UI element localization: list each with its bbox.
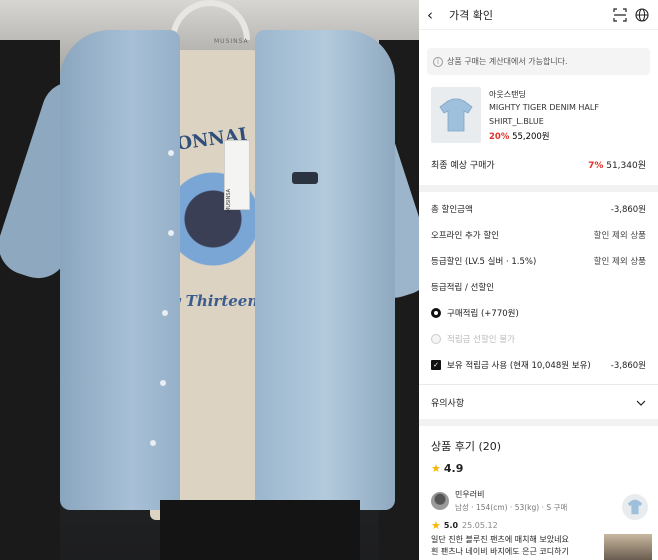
- reserve-label: 보유 적립금 사용 (현재 10,048원 보유): [447, 361, 591, 371]
- hanger-brand-text: MUSINSA: [214, 38, 249, 45]
- points-option-purchase-label[interactable]: 구매적립 (+770원): [431, 307, 519, 319]
- shirt-button: [168, 150, 174, 156]
- review-score-row: ★ 5.0 25.05.12: [419, 519, 658, 532]
- product-price: 20% 55,200원: [489, 130, 599, 142]
- points-option-prediscount: 적립금 선할인 불가: [419, 326, 658, 352]
- section-divider: [419, 419, 658, 426]
- globe-icon[interactable]: [634, 7, 650, 23]
- offline-discount-value: 할인 제외 상품: [593, 231, 646, 241]
- notes-row[interactable]: 유의사항: [419, 385, 658, 419]
- final-price-value: 7% 51,340원: [588, 158, 646, 171]
- price-tag-brand: MUSINSA: [226, 188, 232, 212]
- product-discount: 20%: [489, 132, 510, 142]
- review-date: 25.05.12: [462, 521, 498, 530]
- radio-disabled-icon: [431, 334, 441, 344]
- total-discount-row: 총 할인금액 -3,860원: [419, 196, 658, 222]
- chevron-left-icon[interactable]: ‹: [427, 6, 445, 24]
- product-brand: 아웃스탠딩: [489, 90, 526, 99]
- points-option-purchase[interactable]: 구매적립 (+770원): [419, 300, 658, 326]
- review-score: 5.0: [443, 521, 459, 530]
- reviewer-name: 민우러비: [455, 490, 485, 499]
- reserve-value: -3,860원: [610, 361, 646, 371]
- top-bar: ‹ 가격 확인: [419, 0, 658, 30]
- shirt-button: [160, 380, 166, 386]
- product-card[interactable]: 아웃스탠딩 MIGHTY TIGER DENIM HALF SHIRT_L.BL…: [431, 87, 646, 143]
- points-label: 등급적립 / 선할인: [431, 283, 495, 293]
- price-check-screen: ‹ 가격 확인 i 상품 구매는 계산대에서 가능합니다. 아웃스탠딩 MIGH…: [419, 0, 658, 560]
- checkbox-checked-icon[interactable]: ✓: [431, 360, 441, 370]
- reserve-checkbox-label[interactable]: ✓ 보유 적립금 사용 (현재 10,048원 보유): [431, 359, 591, 371]
- grade-discount-label: 등급할인 (LV.5 실버 · 1.5%): [431, 257, 537, 267]
- section-divider: [419, 185, 658, 192]
- points-option-prediscount-label: 적립금 선할인 불가: [431, 333, 515, 345]
- star-icon: ★: [431, 519, 441, 532]
- shirt-button: [150, 440, 156, 446]
- product-info: 아웃스탠딩 MIGHTY TIGER DENIM HALF SHIRT_L.BL…: [489, 87, 599, 143]
- review-photo[interactable]: [604, 534, 652, 560]
- grade-discount-value: 할인 제외 상품: [593, 257, 646, 267]
- scan-icon[interactable]: [612, 7, 628, 23]
- offline-discount-label: 오프라인 추가 할인: [431, 231, 499, 241]
- chevron-down-icon[interactable]: [636, 393, 646, 412]
- total-discount-value: -3,860원: [610, 205, 646, 215]
- denim-shirt-left-panel: [60, 30, 180, 510]
- reserve-row[interactable]: ✓ 보유 적립금 사용 (현재 10,048원 보유) -3,860원: [419, 352, 658, 378]
- radio-selected-icon[interactable]: [431, 308, 441, 318]
- info-icon: i: [433, 56, 443, 67]
- final-price-discount: 7%: [588, 160, 604, 171]
- total-discount-label: 총 할인금액: [431, 205, 473, 215]
- final-price-label: 최종 예상 구매가: [431, 160, 495, 171]
- final-price-row: 최종 예상 구매가 7% 51,340원: [419, 153, 658, 175]
- reviewer-meta: 남성 · 154(cm) · 53(kg) · S 구매: [455, 503, 568, 512]
- notice-banner: i 상품 구매는 계산대에서 가능합니다.: [427, 48, 650, 75]
- product-photo: MUSINSA CONNAI ay Thirteen MUSINSA: [0, 0, 419, 560]
- grade-discount-row: 등급할인 (LV.5 실버 · 1.5%) 할인 제외 상품: [419, 248, 658, 274]
- page-title: 가격 확인: [449, 8, 493, 22]
- dark-skirt: [160, 500, 360, 560]
- notice-text: 상품 구매는 계산대에서 가능합니다.: [447, 57, 568, 66]
- shirt-logo-patch: [292, 172, 318, 184]
- notes-label: 유의사항: [431, 398, 465, 409]
- points-option2-text: 적립금 선할인 불가: [447, 335, 515, 345]
- review-body: 일단 진한 블루진 팬츠에 매치해 보았네요 흰 팬츠나 네이비 바지에도 은근…: [431, 535, 569, 556]
- shirt-button: [162, 310, 168, 316]
- avatar: [431, 492, 449, 510]
- shirt-button: [168, 230, 174, 236]
- review-product-thumbnail[interactable]: [622, 494, 648, 520]
- reviews-rating-value: 4.9: [443, 462, 464, 475]
- final-price-amount: 51,340원: [606, 160, 646, 171]
- reviews-rating: ★ 4.9: [419, 462, 658, 475]
- product-name-line2: SHIRT_L.BLUE: [489, 117, 544, 126]
- star-icon: ★: [431, 462, 441, 475]
- offline-discount-row: 오프라인 추가 할인 할인 제외 상품: [419, 222, 658, 248]
- product-price-value: 55,200원: [512, 132, 550, 142]
- points-option1-text: 구매적립 (+770원): [447, 309, 519, 319]
- product-thumbnail: [431, 87, 481, 143]
- product-name-line1: MIGHTY TIGER DENIM HALF: [489, 103, 599, 112]
- points-heading-row: 등급적립 / 선할인: [419, 274, 658, 300]
- denim-shirt-right-panel: [255, 30, 395, 510]
- reviews-title: 상품 후기 (20): [431, 440, 502, 453]
